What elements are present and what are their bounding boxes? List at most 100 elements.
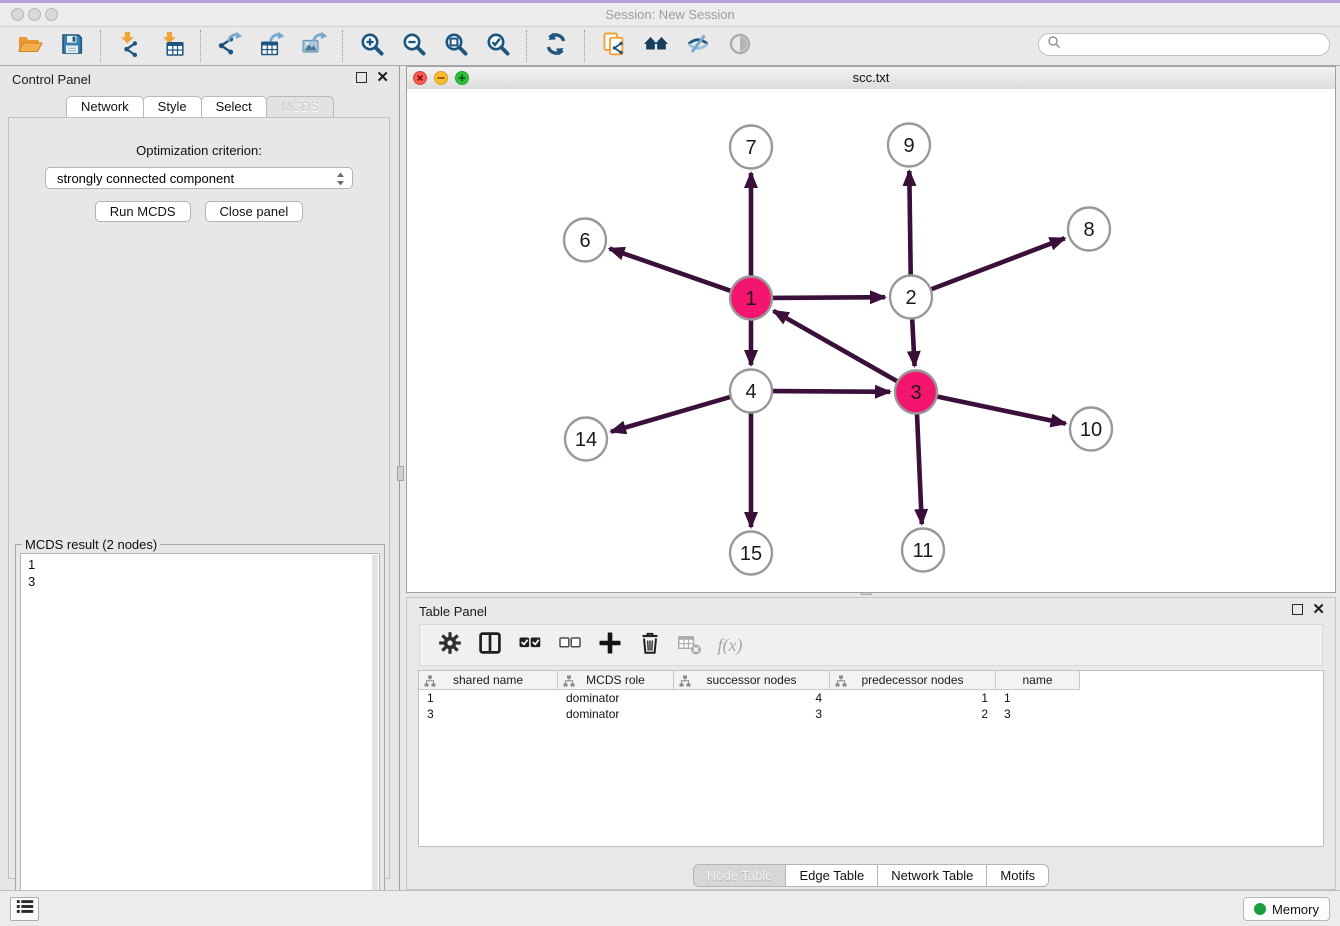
graph-node-3[interactable]: 3 xyxy=(895,371,937,414)
tab-style[interactable]: Style xyxy=(143,96,202,117)
open-file-icon xyxy=(17,31,43,62)
toolbar-separator xyxy=(526,30,528,62)
control-panel-close-icon[interactable]: ✕ xyxy=(376,72,389,83)
toolbar-open-file-button[interactable] xyxy=(15,32,45,60)
toolbar-export-network-button[interactable] xyxy=(215,32,245,60)
graph-node-1[interactable]: 1 xyxy=(730,277,772,320)
task-history-button[interactable] xyxy=(10,897,39,921)
table-toolbar-function-builder-button: f(x) xyxy=(715,631,745,659)
node-label-2: 2 xyxy=(905,287,916,309)
toolbar-save-button[interactable] xyxy=(57,32,87,60)
toolbar-duplicate-network-button[interactable] xyxy=(599,32,629,60)
run-mcds-button[interactable]: Run MCDS xyxy=(95,201,191,222)
column-header-predecessor-nodes[interactable]: predecessor nodes xyxy=(830,671,996,690)
graph-node-15[interactable]: 15 xyxy=(730,532,772,575)
table-toolbar-deselect-all-button[interactable] xyxy=(555,631,585,659)
cell-name[interactable]: 1 xyxy=(996,690,1080,706)
import-network-icon xyxy=(117,31,143,62)
network-window-titlebar: scc.txt xyxy=(407,67,1335,90)
edge-2-9[interactable] xyxy=(909,171,910,275)
table-toolbar-select-all-button[interactable] xyxy=(515,631,545,659)
memory-status-icon xyxy=(1254,903,1266,915)
cell-predecessor-nodes[interactable]: 1 xyxy=(830,690,996,706)
zoom-selected-icon xyxy=(485,31,511,62)
tab-network-table[interactable]: Network Table xyxy=(878,864,987,887)
tab-network[interactable]: Network xyxy=(66,96,144,117)
edge-3-10[interactable] xyxy=(938,397,1066,424)
edge-1-2[interactable] xyxy=(773,297,885,298)
toolbar-show-hide-graphics-button[interactable] xyxy=(683,32,713,60)
import-table-icon xyxy=(159,31,185,62)
graph-node-8[interactable]: 8 xyxy=(1068,208,1110,251)
table-row[interactable]: 3dominator323 xyxy=(419,706,1323,722)
eye-icon xyxy=(727,31,753,62)
edge-2-8[interactable] xyxy=(932,238,1065,289)
control-panel-float-icon[interactable] xyxy=(356,72,367,83)
edge-2-3[interactable] xyxy=(912,319,914,366)
cell-name[interactable]: 3 xyxy=(996,706,1080,722)
mcds-result-lines: 1 3 xyxy=(28,557,35,589)
edge-3-11[interactable] xyxy=(917,414,922,524)
table-row[interactable]: 1dominator411 xyxy=(419,690,1323,706)
toolbar-zoom-fit-button[interactable] xyxy=(441,32,471,60)
cell-mcds-role[interactable]: dominator xyxy=(558,690,674,706)
table-toolbar-split-columns-button[interactable] xyxy=(475,631,505,659)
cell-successor-nodes[interactable]: 3 xyxy=(674,706,830,722)
graph-node-11[interactable]: 11 xyxy=(902,529,944,572)
column-label: shared name xyxy=(453,673,523,687)
export-network-icon xyxy=(217,31,243,62)
toolbar-import-network-button[interactable] xyxy=(115,32,145,60)
column-header-name[interactable]: name xyxy=(996,671,1080,690)
search-input[interactable] xyxy=(1065,37,1329,53)
toolbar-export-image-button[interactable] xyxy=(299,32,329,60)
vertical-splitter-handle[interactable] xyxy=(397,466,404,481)
table-panel-float-icon[interactable] xyxy=(1292,604,1303,615)
toolbar-refresh-button[interactable] xyxy=(541,32,571,60)
column-label: name xyxy=(1022,673,1052,687)
toolbar-zoom-out-button[interactable] xyxy=(399,32,429,60)
graph-node-10[interactable]: 10 xyxy=(1070,408,1112,451)
show-hide-graphics-icon xyxy=(685,31,711,62)
table-panel-close-icon[interactable]: ✕ xyxy=(1312,604,1325,615)
table-toolbar-delete-column-button[interactable] xyxy=(635,631,665,659)
network-canvas[interactable]: 7 9 6 8 1 2 4 3 10 14 15 11 xyxy=(407,89,1335,592)
tab-mcds[interactable]: MCDS xyxy=(266,96,334,117)
search-box[interactable] xyxy=(1038,33,1330,56)
criterion-select[interactable]: strongly connected component xyxy=(45,167,353,189)
column-header-shared-name[interactable]: shared name xyxy=(419,671,558,690)
cell-shared-name[interactable]: 3 xyxy=(419,706,558,722)
toolbar-zoom-in-button[interactable] xyxy=(357,32,387,60)
toolbar-home-button[interactable] xyxy=(641,32,671,60)
graph-node-7[interactable]: 7 xyxy=(730,126,772,169)
toolbar-zoom-selected-button[interactable] xyxy=(483,32,513,60)
column-header-successor-nodes[interactable]: successor nodes xyxy=(674,671,830,690)
app-titlebar: Session: New Session xyxy=(0,3,1340,27)
cell-mcds-role[interactable]: dominator xyxy=(558,706,674,722)
edge-4-3[interactable] xyxy=(773,391,890,392)
edge-3-1[interactable] xyxy=(774,311,897,381)
edge-4-14[interactable] xyxy=(611,397,730,432)
close-panel-button[interactable]: Close panel xyxy=(205,201,304,222)
tab-motifs[interactable]: Motifs xyxy=(987,864,1049,887)
graph-node-6[interactable]: 6 xyxy=(564,219,606,262)
cell-successor-nodes[interactable]: 4 xyxy=(674,690,830,706)
graph-node-4[interactable]: 4 xyxy=(730,370,772,413)
tab-node-table[interactable]: Node Table xyxy=(693,864,787,887)
graph-node-14[interactable]: 14 xyxy=(565,418,607,461)
table-toolbar-add-column-button[interactable] xyxy=(595,631,625,659)
tab-select[interactable]: Select xyxy=(201,96,267,117)
cell-shared-name[interactable]: 1 xyxy=(419,690,558,706)
memory-button[interactable]: Memory xyxy=(1243,897,1330,921)
tab-edge-table[interactable]: Edge Table xyxy=(786,864,878,887)
edge-1-6[interactable] xyxy=(610,249,731,291)
graph-node-9[interactable]: 9 xyxy=(888,124,930,167)
toolbar-export-table-button[interactable] xyxy=(257,32,287,60)
graph-node-2[interactable]: 2 xyxy=(890,276,932,319)
cell-predecessor-nodes[interactable]: 2 xyxy=(830,706,996,722)
column-header-mcds-role[interactable]: MCDS role xyxy=(558,671,674,690)
table-toolbar-gear-button[interactable] xyxy=(435,631,465,659)
network-graph[interactable]: 7 9 6 8 1 2 4 3 10 14 15 11 xyxy=(407,89,1335,592)
mcds-result-text[interactable]: 1 3 xyxy=(20,553,380,917)
toolbar-import-table-button[interactable] xyxy=(157,32,187,60)
mcds-result-scrollbar[interactable] xyxy=(372,555,378,915)
